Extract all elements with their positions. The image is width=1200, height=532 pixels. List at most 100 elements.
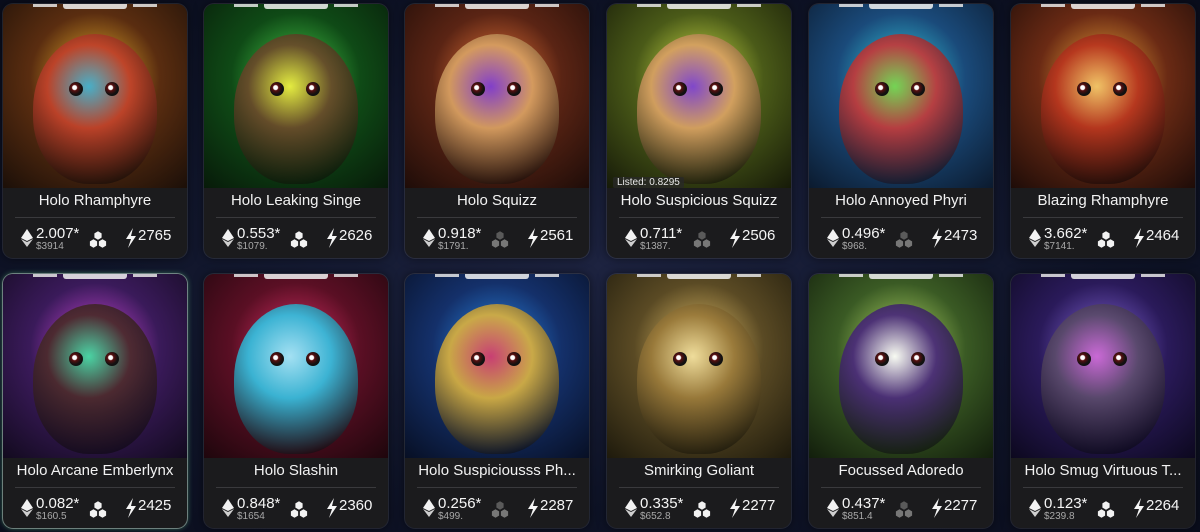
eth-price: 0.256* — [438, 495, 482, 512]
lightning-bolt-icon — [126, 228, 136, 248]
eth-price: 0.123* — [1044, 495, 1088, 512]
creature-illustration — [33, 304, 157, 454]
usd-price: $3914 — [36, 241, 64, 252]
card-name: Holo Slashin — [253, 462, 339, 479]
power-score: 2277 — [742, 497, 776, 514]
power-score: 2506 — [742, 227, 776, 244]
card-frame-notch — [33, 4, 157, 9]
lightning-bolt-icon — [327, 498, 337, 518]
usd-price: $1387. — [640, 241, 671, 252]
nft-card[interactable]: Listed: 0.8295 Holo Suspicious Squizz 0.71… — [607, 4, 791, 258]
creature-illustration — [839, 34, 963, 184]
hex-cluster-icon — [895, 501, 913, 518]
card-artwork — [204, 274, 388, 458]
eth-price: 0.496* — [842, 225, 886, 242]
card-artwork — [3, 274, 187, 458]
hex-cluster-icon — [895, 231, 913, 248]
hex-cluster-icon — [491, 231, 509, 248]
card-stats: 0.553* $1079. 2626 — [204, 222, 388, 256]
ethereum-icon — [222, 229, 234, 247]
card-stats: 0.335* $652.8 2277 — [607, 492, 791, 526]
card-name: Blazing Rhamphyre — [1037, 192, 1169, 209]
creature-illustration — [234, 34, 358, 184]
nft-card[interactable]: Holo Slashin 0.848* $1654 2360 — [204, 274, 388, 528]
nft-card[interactable]: Holo Leaking Singe 0.553* $1079. 2626 — [204, 4, 388, 258]
creature-eye — [709, 352, 723, 366]
nft-card[interactable]: Holo Rhamphyre 2.007* $3914 2765 — [3, 4, 187, 258]
card-stats: 0.711* $1387. 2506 — [607, 222, 791, 256]
card-artwork — [809, 4, 993, 188]
card-artwork — [1011, 4, 1195, 188]
creature-illustration — [435, 34, 559, 184]
card-name: Holo Rhamphyre — [38, 192, 152, 209]
creature-eye — [306, 352, 320, 366]
ethereum-icon — [21, 229, 33, 247]
creature-eye — [105, 352, 119, 366]
nft-card[interactable]: Holo Squizz 0.918* $1791. 2561 — [405, 4, 589, 258]
lightning-bolt-icon — [126, 498, 136, 518]
ethereum-icon — [625, 499, 637, 517]
card-frame-notch — [1041, 4, 1165, 9]
creature-illustration — [637, 304, 761, 454]
eth-price: 2.007* — [36, 225, 80, 242]
usd-price: $968. — [842, 241, 868, 252]
ethereum-icon — [1029, 229, 1041, 247]
lightning-bolt-icon — [932, 228, 942, 248]
lightning-bolt-icon — [528, 498, 538, 518]
nft-card[interactable]: Holo Smug Virtuous T... 0.123* $239.8 2264 — [1011, 274, 1195, 528]
divider — [619, 487, 779, 488]
usd-price: $160.5 — [36, 511, 67, 522]
card-artwork — [204, 4, 388, 188]
nft-card[interactable]: Holo Annoyed Phyri 0.496* $968. 2473 — [809, 4, 993, 258]
divider — [216, 217, 376, 218]
lightning-bolt-icon — [730, 228, 740, 248]
nft-card[interactable]: Holo Arcane Emberlynx 0.082* $160.5 2425 — [3, 274, 187, 528]
ethereum-icon — [1029, 499, 1041, 517]
divider — [821, 487, 981, 488]
card-name: Holo Squizz — [456, 192, 538, 209]
creature-illustration — [637, 34, 761, 184]
hex-cluster-icon — [290, 501, 308, 518]
usd-price: $499. — [438, 511, 464, 522]
creature-eye — [270, 352, 284, 366]
eth-price: 0.711* — [640, 225, 683, 242]
card-artwork — [607, 274, 791, 458]
card-stats: 0.123* $239.8 2264 — [1011, 492, 1195, 526]
nft-card[interactable]: Focussed Adoredo 0.437* $851.4 2277 — [809, 274, 993, 528]
creature-eye — [471, 82, 485, 96]
creature-eye — [1113, 352, 1127, 366]
usd-price: $1079. — [237, 241, 268, 252]
card-artwork — [1011, 274, 1195, 458]
power-score: 2473 — [944, 227, 978, 244]
usd-price: $851.4 — [842, 511, 873, 522]
nft-card[interactable]: Smirking Goliant 0.335* $652.8 2277 — [607, 274, 791, 528]
eth-price: 3.662* — [1044, 225, 1088, 242]
card-name: Holo Suspicious Squizz — [620, 192, 778, 209]
nft-card[interactable]: Blazing Rhamphyre 3.662* $7141. 2464 — [1011, 4, 1195, 258]
eth-price: 0.918* — [438, 225, 482, 242]
creature-eye — [709, 82, 723, 96]
creature-eye — [911, 82, 925, 96]
ethereum-icon — [827, 229, 839, 247]
lightning-bolt-icon — [327, 228, 337, 248]
ethereum-icon — [222, 499, 234, 517]
card-artwork — [405, 274, 589, 458]
usd-price: $239.8 — [1044, 511, 1075, 522]
divider — [1023, 217, 1183, 218]
card-frame-notch — [1041, 274, 1165, 279]
card-name: Holo Annoyed Phyri — [835, 192, 967, 209]
nft-card[interactable]: Holo Suspiciousss Ph... 0.256* $499. 2287 — [405, 274, 589, 528]
hex-cluster-icon — [693, 501, 711, 518]
creature-eye — [507, 352, 521, 366]
creature-illustration — [1041, 34, 1165, 184]
card-artwork — [405, 4, 589, 188]
creature-eye — [69, 352, 83, 366]
creature-eye — [1077, 352, 1091, 366]
creature-eye — [1113, 82, 1127, 96]
card-stats: 2.007* $3914 2765 — [3, 222, 187, 256]
card-artwork — [3, 4, 187, 188]
power-score: 2360 — [339, 497, 373, 514]
usd-price: $1791. — [438, 241, 469, 252]
hex-cluster-icon — [693, 231, 711, 248]
power-score: 2264 — [1146, 497, 1180, 514]
